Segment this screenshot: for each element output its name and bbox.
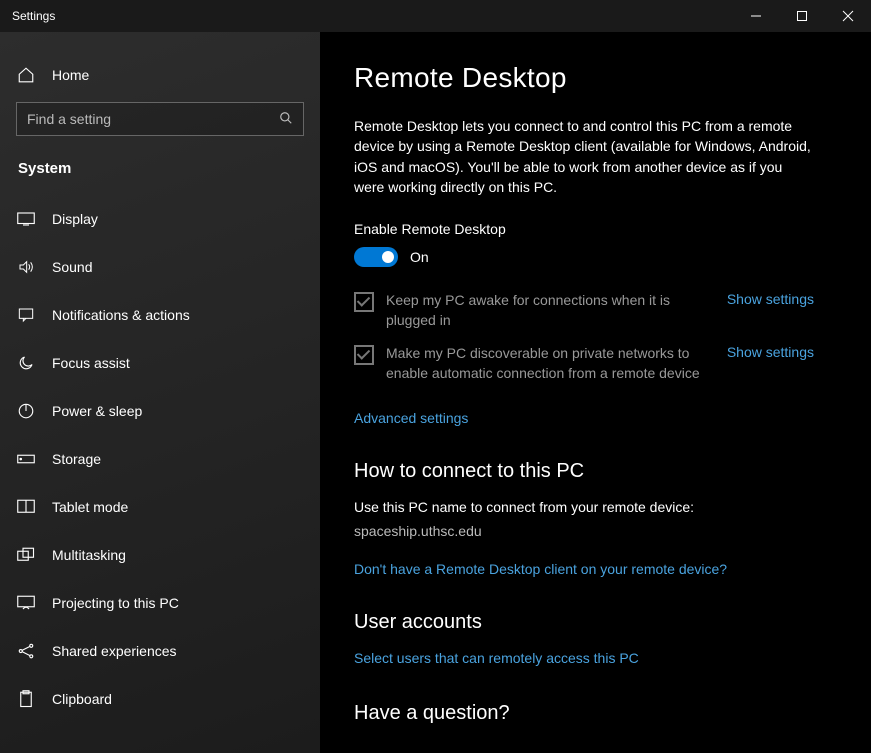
- discoverable-label: Make my PC discoverable on private netwo…: [386, 344, 715, 383]
- sidebar-item-label: Sound: [52, 259, 92, 275]
- sidebar-item-label: Notifications & actions: [52, 307, 190, 323]
- sidebar-item-label: Display: [52, 211, 98, 227]
- sidebar-item-display[interactable]: Display: [0, 195, 320, 243]
- sidebar-item-label: Power & sleep: [52, 403, 142, 419]
- client-download-link[interactable]: Don't have a Remote Desktop client on yo…: [354, 561, 727, 577]
- have-a-question-heading: Have a question?: [354, 702, 837, 725]
- sidebar-item-tablet-mode[interactable]: Tablet mode: [0, 483, 320, 531]
- projecting-icon: [16, 595, 36, 611]
- minimize-button[interactable]: [733, 0, 779, 32]
- show-settings-link-1[interactable]: Show settings: [727, 291, 814, 307]
- display-icon: [16, 212, 36, 226]
- enable-label: Enable Remote Desktop: [354, 221, 837, 237]
- multitasking-icon: [16, 547, 36, 563]
- window-controls: [733, 0, 871, 32]
- main-content: Remote Desktop Remote Desktop lets you c…: [320, 32, 871, 753]
- keep-awake-checkbox[interactable]: [354, 292, 374, 312]
- enable-remote-desktop-toggle[interactable]: [354, 247, 398, 267]
- clipboard-icon: [16, 690, 36, 708]
- notifications-icon: [16, 307, 36, 323]
- power-icon: [16, 402, 36, 420]
- select-users-link[interactable]: Select users that can remotely access th…: [354, 650, 639, 666]
- sidebar-item-projecting[interactable]: Projecting to this PC: [0, 579, 320, 627]
- tablet-icon: [16, 499, 36, 515]
- sidebar-item-storage[interactable]: Storage: [0, 435, 320, 483]
- page-title: Remote Desktop: [354, 62, 837, 94]
- home-icon: [16, 66, 36, 84]
- close-button[interactable]: [825, 0, 871, 32]
- group-title: System: [0, 154, 320, 195]
- sidebar-item-label: Clipboard: [52, 691, 112, 707]
- sidebar-item-label: Tablet mode: [52, 499, 128, 515]
- sound-icon: [16, 259, 36, 275]
- search-icon: [279, 111, 293, 128]
- focus-assist-icon: [16, 354, 36, 372]
- sidebar-item-label: Multitasking: [52, 547, 126, 563]
- howto-description: Use this PC name to connect from your re…: [354, 499, 837, 515]
- show-settings-link-2[interactable]: Show settings: [727, 344, 814, 360]
- discoverable-checkbox[interactable]: [354, 345, 374, 365]
- pc-name: spaceship.uthsc.edu: [354, 523, 837, 539]
- sidebar-item-sound[interactable]: Sound: [0, 243, 320, 291]
- howto-heading: How to connect to this PC: [354, 460, 837, 483]
- sidebar-item-multitasking[interactable]: Multitasking: [0, 531, 320, 579]
- sidebar-item-notifications[interactable]: Notifications & actions: [0, 291, 320, 339]
- sidebar-item-clipboard[interactable]: Clipboard: [0, 675, 320, 723]
- shared-experiences-icon: [16, 642, 36, 660]
- app-title: Settings: [0, 9, 733, 23]
- home-label: Home: [52, 67, 89, 83]
- sidebar-item-focus-assist[interactable]: Focus assist: [0, 339, 320, 387]
- sidebar-item-label: Projecting to this PC: [52, 595, 179, 611]
- user-accounts-heading: User accounts: [354, 611, 837, 634]
- titlebar: Settings: [0, 0, 871, 32]
- keep-awake-label: Keep my PC awake for connections when it…: [386, 291, 715, 330]
- search-box[interactable]: [16, 102, 304, 136]
- sidebar-item-label: Shared experiences: [52, 643, 177, 659]
- sidebar-item-label: Storage: [52, 451, 101, 467]
- storage-icon: [16, 452, 36, 466]
- sidebar-item-power-sleep[interactable]: Power & sleep: [0, 387, 320, 435]
- page-description: Remote Desktop lets you connect to and c…: [354, 116, 814, 197]
- sidebar-item-shared-experiences[interactable]: Shared experiences: [0, 627, 320, 675]
- maximize-button[interactable]: [779, 0, 825, 32]
- search-input[interactable]: [27, 111, 279, 127]
- sidebar: Home System Display Sound Notifications …: [0, 32, 320, 753]
- sidebar-item-label: Focus assist: [52, 355, 130, 371]
- advanced-settings-link[interactable]: Advanced settings: [354, 410, 468, 426]
- toggle-state-label: On: [410, 249, 429, 265]
- home-button[interactable]: Home: [0, 56, 320, 94]
